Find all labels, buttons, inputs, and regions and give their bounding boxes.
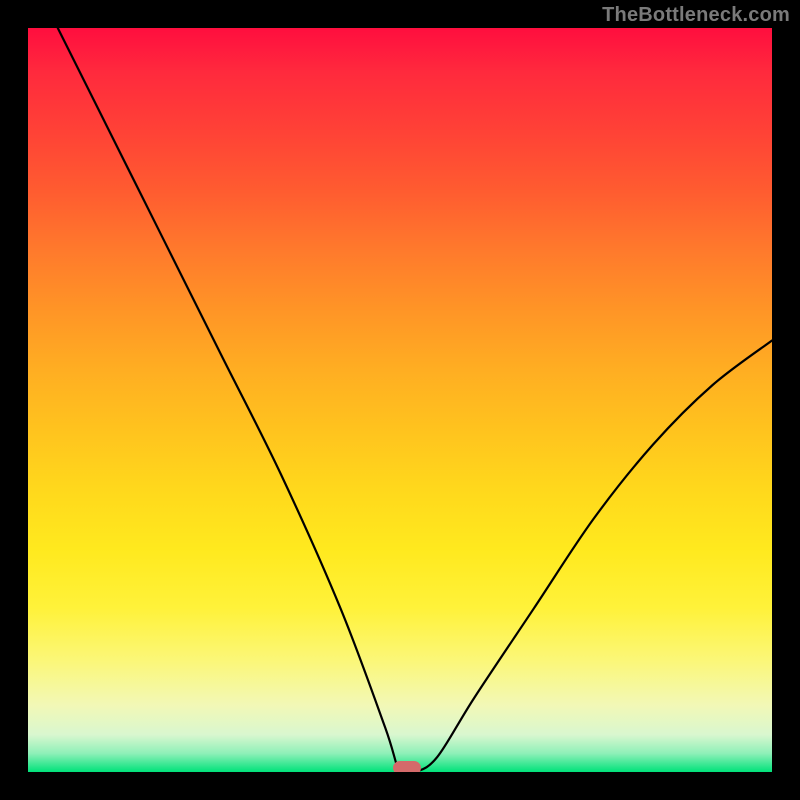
- watermark-text: TheBottleneck.com: [602, 4, 790, 27]
- bottleneck-marker: [393, 761, 421, 772]
- bottleneck-curve: [28, 28, 772, 772]
- chart-frame: TheBottleneck.com: [0, 0, 800, 800]
- plot-area: [28, 28, 772, 772]
